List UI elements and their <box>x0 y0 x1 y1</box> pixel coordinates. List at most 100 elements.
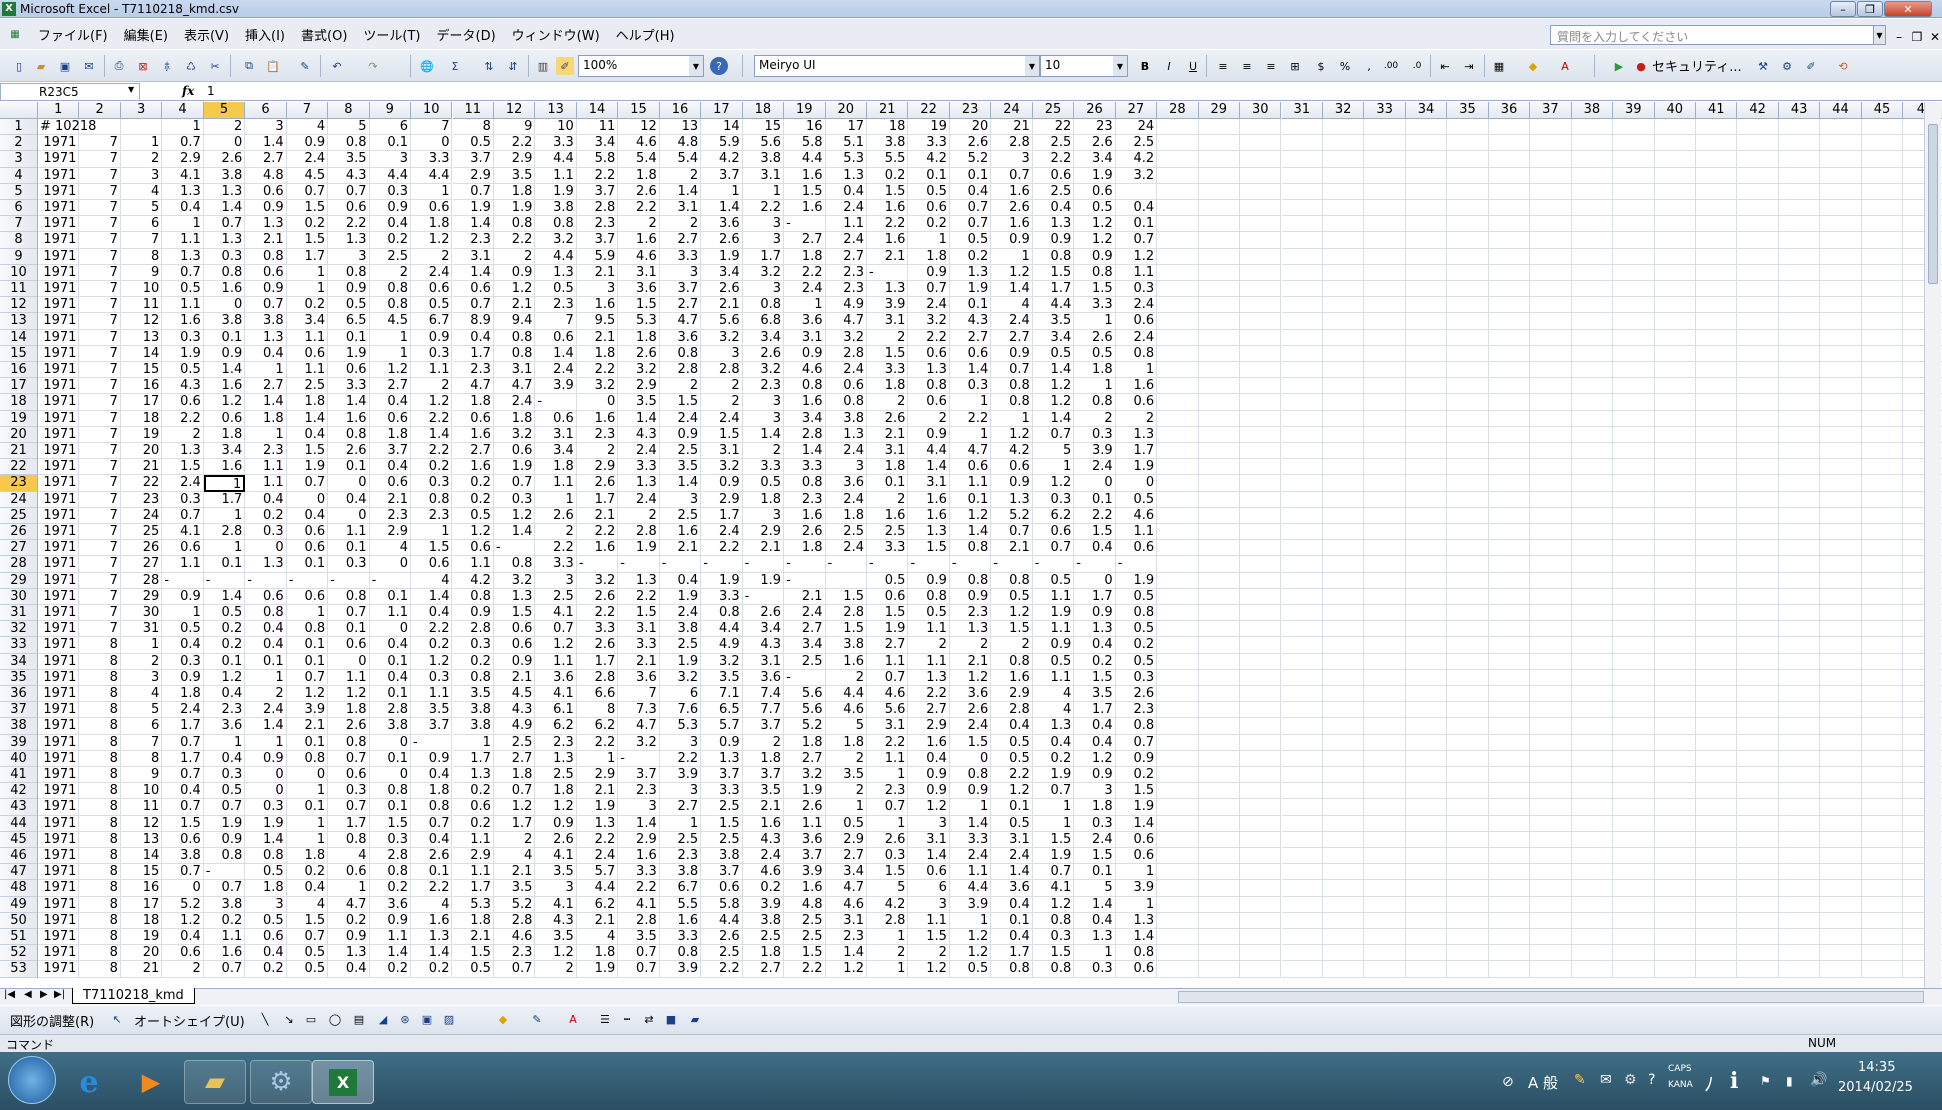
table-cell[interactable] <box>1364 653 1406 670</box>
table-cell[interactable]: 0.2 <box>1115 637 1158 654</box>
table-cell[interactable]: 4.9 <box>825 297 867 314</box>
table-cell[interactable]: 3.3 <box>618 459 660 476</box>
table-cell[interactable]: 3.8 <box>742 912 785 929</box>
table-cell[interactable] <box>1240 572 1282 589</box>
table-cell[interactable]: 0.3 <box>245 524 287 541</box>
table-cell[interactable]: 3.6 <box>784 831 826 848</box>
ask-dropdown-arrow[interactable]: ▼ <box>1874 25 1886 45</box>
table-cell[interactable] <box>1530 216 1572 233</box>
table-cell[interactable] <box>1696 524 1738 541</box>
table-cell[interactable]: 1.4 <box>203 362 246 379</box>
table-cell[interactable]: 3.8 <box>659 864 702 881</box>
table-cell[interactable]: 1.8 <box>576 945 619 962</box>
table-cell[interactable] <box>1198 281 1241 298</box>
table-cell[interactable] <box>1364 686 1406 703</box>
table-cell[interactable] <box>1488 540 1531 557</box>
table-cell[interactable]: 3 <box>908 815 950 832</box>
table-cell[interactable]: 1.2 <box>535 637 577 654</box>
table-cell[interactable] <box>1322 426 1365 443</box>
table-cell[interactable]: 0.8 <box>742 297 785 314</box>
table-cell[interactable]: 1.1 <box>867 653 909 670</box>
table-cell[interactable]: 2.2 <box>493 135 536 152</box>
table-cell[interactable]: 0.8 <box>991 653 1033 670</box>
table-cell[interactable]: 3.7 <box>452 151 494 168</box>
row-header[interactable]: 51 <box>0 929 38 946</box>
table-cell[interactable]: 1971 <box>38 459 80 476</box>
table-cell[interactable]: 2 <box>867 329 909 346</box>
table-cell[interactable]: 1.8 <box>784 540 826 557</box>
table-cell[interactable] <box>1613 329 1655 346</box>
table-cell[interactable]: 3.7 <box>701 167 743 184</box>
table-cell[interactable] <box>1778 507 1821 524</box>
table-cell[interactable]: 0.7 <box>328 183 370 200</box>
table-cell[interactable]: 1.3 <box>328 945 370 962</box>
table-cell[interactable] <box>1737 459 1779 476</box>
table-cell[interactable]: 1.6 <box>908 734 950 751</box>
table-cell[interactable]: 0.4 <box>245 621 287 638</box>
table-cell[interactable] <box>1364 507 1406 524</box>
table-cell[interactable] <box>1322 815 1365 832</box>
table-cell[interactable]: 0.6 <box>286 588 329 605</box>
oval-icon[interactable]: ◯ <box>326 1010 344 1028</box>
table-cell[interactable] <box>1157 734 1199 751</box>
table-cell[interactable]: 1.4 <box>908 848 950 865</box>
table-cell[interactable] <box>1322 443 1365 460</box>
row-header[interactable]: 23 <box>0 475 38 492</box>
table-cell[interactable]: 16 <box>120 880 163 897</box>
table-cell[interactable]: 11 <box>120 297 163 314</box>
table-cell[interactable]: 1.4 <box>618 815 660 832</box>
table-cell[interactable]: 2.1 <box>286 718 329 735</box>
table-cell[interactable] <box>1571 345 1614 362</box>
table-cell[interactable]: 0.7 <box>411 815 453 832</box>
table-cell[interactable]: 2.2 <box>1032 151 1075 168</box>
table-cell[interactable]: 1.1 <box>369 929 412 946</box>
table-cell[interactable]: 0.6 <box>493 443 536 460</box>
table-cell[interactable]: 3.2 <box>1115 167 1158 184</box>
table-cell[interactable]: 1.9 <box>493 459 536 476</box>
table-cell[interactable]: 0.5 <box>1115 621 1158 638</box>
table-cell[interactable]: 0.6 <box>908 345 950 362</box>
table-cell[interactable]: 3.3 <box>618 637 660 654</box>
column-header[interactable]: 16 <box>659 102 702 119</box>
table-cell[interactable]: 2.8 <box>825 605 867 622</box>
table-cell[interactable] <box>1530 621 1572 638</box>
table-cell[interactable] <box>1737 200 1779 217</box>
table-cell[interactable]: 0.4 <box>369 394 412 411</box>
table-cell[interactable]: 1.1 <box>867 750 909 767</box>
table-cell[interactable] <box>1613 588 1655 605</box>
table-cell[interactable] <box>1654 556 1696 573</box>
table-cell[interactable]: 1.6 <box>784 507 826 524</box>
table-cell[interactable]: 1.1 <box>825 216 867 233</box>
table-cell[interactable] <box>1571 653 1614 670</box>
table-cell[interactable]: 0.7 <box>1032 783 1075 800</box>
table-cell[interactable]: - <box>493 540 536 557</box>
table-cell[interactable]: 1.6 <box>867 200 909 217</box>
table-cell[interactable]: 8 <box>79 718 121 735</box>
table-cell[interactable] <box>1654 702 1696 719</box>
table-cell[interactable]: 0.7 <box>991 524 1033 541</box>
table-cell[interactable]: 0.1 <box>328 459 370 476</box>
table-cell[interactable] <box>1530 264 1572 281</box>
table-cell[interactable]: 1.4 <box>908 459 950 476</box>
table-cell[interactable]: 2.1 <box>867 248 909 265</box>
table-cell[interactable]: 0.7 <box>493 475 536 492</box>
table-cell[interactable] <box>1488 653 1531 670</box>
table-cell[interactable]: 3 <box>742 410 785 427</box>
table-cell[interactable] <box>1861 815 1904 832</box>
table-cell[interactable]: 1 <box>659 815 702 832</box>
table-cell[interactable]: 1.2 <box>1032 394 1075 411</box>
table-cell[interactable]: 4 <box>1032 686 1075 703</box>
table-cell[interactable] <box>1613 621 1655 638</box>
table-cell[interactable] <box>1488 264 1531 281</box>
table-cell[interactable]: 2 <box>493 248 536 265</box>
table-cell[interactable]: 0.2 <box>411 459 453 476</box>
table-cell[interactable]: 1971 <box>38 216 80 233</box>
table-cell[interactable]: 1.1 <box>908 912 950 929</box>
table-cell[interactable]: 2.3 <box>825 281 867 298</box>
table-cell[interactable]: 0.4 <box>1032 200 1075 217</box>
table-cell[interactable] <box>1820 329 1862 346</box>
table-cell[interactable] <box>1737 151 1779 168</box>
table-cell[interactable]: 21 <box>120 459 163 476</box>
table-cell[interactable] <box>1240 167 1282 184</box>
table-cell[interactable] <box>1157 653 1199 670</box>
